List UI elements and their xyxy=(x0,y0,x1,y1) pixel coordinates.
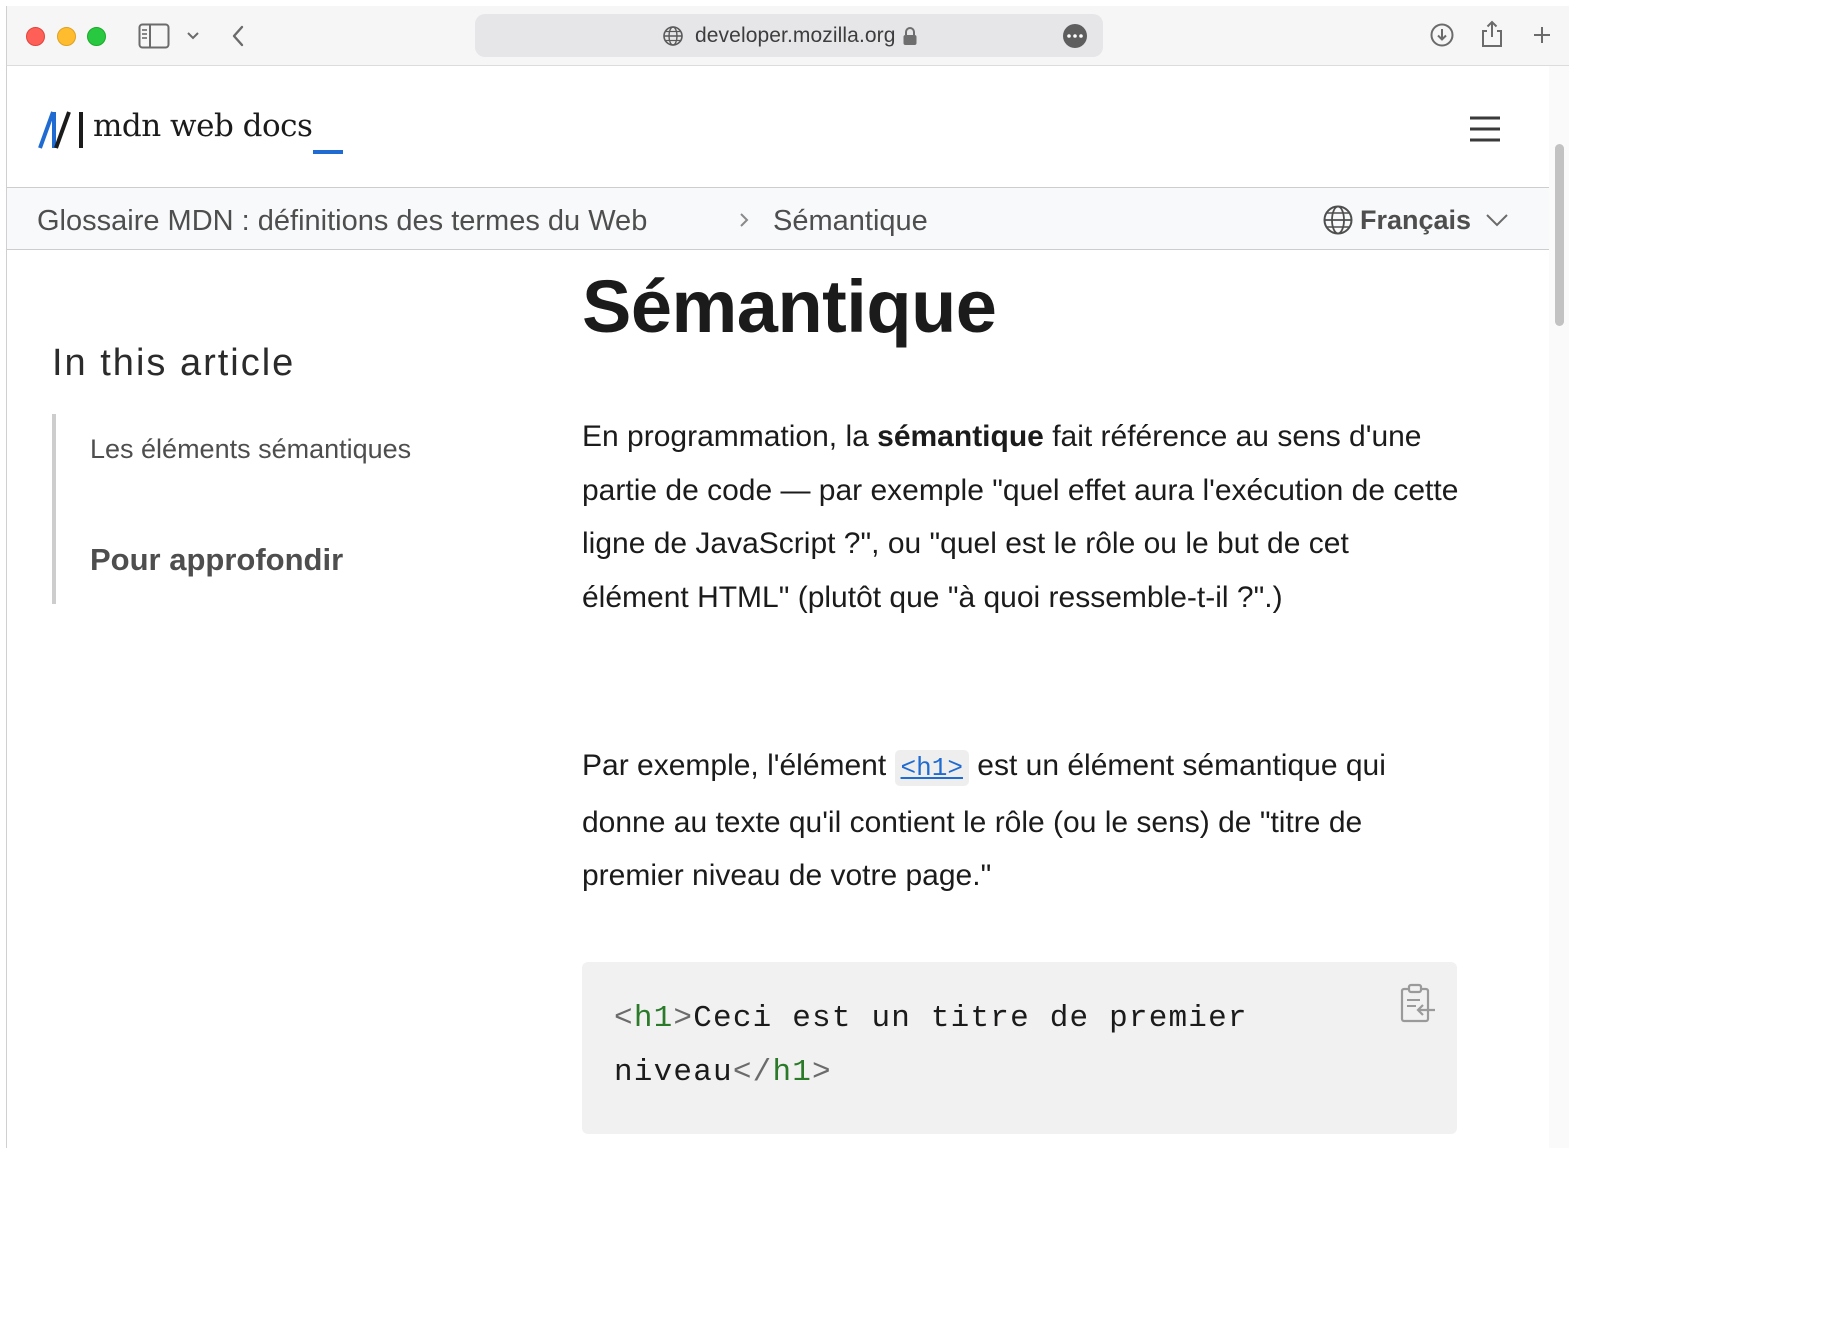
paragraph-text: En programmation, la xyxy=(582,420,878,453)
page-title: Sémantique xyxy=(582,265,997,348)
browser-toolbar: developer.mozilla.org xyxy=(7,6,1569,66)
minimize-window-button[interactable] xyxy=(57,27,76,46)
article-paragraph: Par exemple, l'élément <h1> est un éléme… xyxy=(582,739,1462,903)
breadcrumb-item-current[interactable]: Sémantique xyxy=(773,205,928,238)
language-selector[interactable]: Français xyxy=(1322,204,1509,236)
download-icon[interactable] xyxy=(1428,21,1456,49)
back-arrow-icon[interactable] xyxy=(227,22,249,50)
code-punct: > xyxy=(812,1055,832,1090)
browser-window: developer.mozilla.org mdn web docs Gloss… xyxy=(6,6,1569,1148)
paragraph-text: Par exemple, l'élément xyxy=(582,749,895,782)
scrollbar-thumb[interactable] xyxy=(1555,144,1564,326)
language-label: Français xyxy=(1360,204,1472,235)
code-tag: h1 xyxy=(633,1001,674,1036)
code-punct: > xyxy=(673,1001,694,1036)
code-punct: < xyxy=(614,1001,634,1036)
bold-term: sémantique xyxy=(877,420,1044,453)
code-punct: </ xyxy=(732,1055,773,1090)
lock-icon xyxy=(902,25,918,47)
close-window-button[interactable] xyxy=(26,27,45,46)
toc-item-further-reading[interactable]: Pour approfondir xyxy=(90,542,343,578)
mdn-logo-icon[interactable] xyxy=(37,110,85,150)
site-header: mdn web docs xyxy=(7,66,1569,188)
code-example: <h1>Ceci est un titre de premier niveau<… xyxy=(582,962,1457,1134)
address-text: developer.mozilla.org xyxy=(695,24,896,47)
code-tag: h1 xyxy=(772,1055,813,1090)
chevron-down-icon[interactable] xyxy=(183,24,203,48)
code-text: Ceci est un titre de premier xyxy=(693,1001,1248,1036)
chevron-right-icon xyxy=(737,209,751,231)
globe-icon xyxy=(662,25,684,47)
article-paragraph: En programmation, la sémantique fait réf… xyxy=(582,410,1462,624)
sidebar-toggle-icon[interactable] xyxy=(138,23,170,49)
plus-icon[interactable] xyxy=(1529,21,1555,49)
copy-clipboard-icon[interactable] xyxy=(1398,982,1438,1026)
toc-title: In this article xyxy=(52,342,296,384)
share-icon[interactable] xyxy=(1479,19,1505,49)
code-content: <h1>Ceci est un titre de premier niveau<… xyxy=(614,992,1248,1100)
h1-element-link[interactable]: <h1> xyxy=(894,750,969,786)
zoom-window-button[interactable] xyxy=(87,27,106,46)
page-scrollbar[interactable] xyxy=(1549,66,1569,1148)
logo-text[interactable]: mdn web docs xyxy=(93,108,313,144)
breadcrumb-item-glossary[interactable]: Glossaire MDN : définitions des termes d… xyxy=(37,205,647,238)
breadcrumb: Glossaire MDN : définitions des termes d… xyxy=(7,188,1549,250)
chevron-down-icon xyxy=(1486,214,1508,227)
code-text: niveau xyxy=(614,1055,733,1090)
address-bar[interactable]: developer.mozilla.org xyxy=(475,14,1103,57)
menu-icon[interactable] xyxy=(1469,116,1501,142)
globe-icon xyxy=(1323,205,1353,235)
toc-list: Les éléments sémantiques Pour approfondi… xyxy=(52,414,502,604)
page-menu-icon[interactable] xyxy=(1063,24,1087,48)
logo-cursor xyxy=(313,150,343,154)
toc-item-semantic-elements[interactable]: Les éléments sémantiques xyxy=(90,434,411,465)
